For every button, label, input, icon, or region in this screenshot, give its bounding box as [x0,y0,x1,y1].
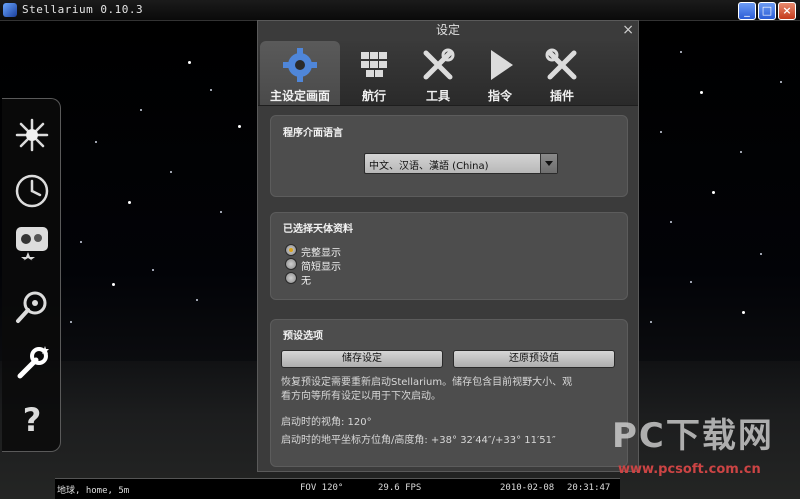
play-icon [491,50,513,80]
star [170,171,172,173]
star [712,191,715,194]
star [210,89,212,91]
clock-icon[interactable] [14,173,50,209]
language-select[interactable]: 中文、汉语、漢語 (China) [364,153,558,174]
tab-label: 指令 [487,89,512,103]
app-icon [3,3,17,17]
tab-tools[interactable]: 工具 [408,41,468,105]
watermark-logo: PC下载网 [612,416,774,456]
language-heading: 程序介面语言 [283,128,343,139]
language-panel: 程序介面语言 中文、汉语、漢語 (China) [270,115,628,197]
status-bar: 地球, home, 5m FOV 120° 29.6 FPS 2010-02-0… [55,478,620,499]
tab-label: 航行 [361,89,386,103]
radio-button[interactable] [285,258,297,270]
star [690,281,692,283]
dialog-close-button[interactable]: × [622,22,634,38]
left-toolbar: ? [2,98,61,452]
radio-label: 无 [301,276,311,287]
star [140,109,142,111]
star [238,125,241,128]
sky-burst-icon[interactable] [14,117,50,153]
object-info-heading: 已选择天体资料 [283,224,353,235]
object-info-panel: 已选择天体资料 完整显示 简短显示 无 [270,212,628,300]
tab-label: 工具 [425,89,450,103]
chevron-down-icon[interactable] [540,154,557,173]
gear-icon [283,48,317,82]
star [650,321,652,323]
presets-panel: 预设选项 储存设定 还原预设值 恢复预设定需要重新启动Stellarium。储存… [270,319,628,467]
startup-fov: 启动时的视角: 120° [281,417,372,428]
settings-dialog: 设定 × 主设定画面 航行 工具 指令 插件 程序介面语言 中文、汉语、漢語 (… [257,20,639,472]
dialog-title: 设定 [435,23,460,37]
radio-button[interactable] [285,244,297,256]
star [112,283,115,286]
radio-label: 简短显示 [301,262,341,273]
star [128,201,131,204]
status-location: 地球, home, 5m [57,486,130,496]
tab-scripts[interactable]: 指令 [472,41,528,105]
window-titlebar: Stellarium 0.10.3 _ □ × [0,0,800,21]
star [70,321,72,323]
star [740,151,742,153]
radio-button[interactable] [285,272,297,284]
help-icon[interactable]: ? [14,401,50,437]
window-title: Stellarium 0.10.3 [22,3,144,16]
star [670,221,672,223]
minimize-button[interactable]: _ [738,2,756,20]
tab-navigation[interactable]: 航行 [344,41,404,105]
star [700,91,703,94]
status-time: 20:31:47 [567,483,611,493]
star [152,269,154,271]
star [95,141,97,143]
save-settings-button[interactable]: 储存设定 [281,350,443,368]
close-window-button[interactable]: × [778,2,796,20]
wrench-icon[interactable] [14,345,50,381]
status-fps: 29.6 FPS [378,483,422,493]
tab-main-settings[interactable]: 主设定画面 [260,41,340,105]
star [80,241,82,243]
star [742,311,745,314]
language-select-value: 中文、汉语、漢語 (China) [369,161,489,172]
star [760,253,762,255]
status-fov: FOV 120° [300,483,344,493]
watermark-url: www.pcsoft.com.cn [618,462,761,477]
tab-label: 插件 [549,89,574,103]
plugin-icon [545,48,577,80]
navigation-icon [361,52,387,77]
tools-icon [423,48,455,80]
startup-direction: 启动时的地平坐标方位角/高度角: +38° 32′44″/+33° 11′51″ [281,435,556,446]
presets-description-line1: 恢复预设定需要重新启动Stellarium。储存包含目前视野大小、观 [281,377,573,388]
svg-text:?: ? [23,401,42,437]
search-icon[interactable] [14,289,50,325]
star [680,51,682,53]
presets-heading: 预设选项 [283,331,323,342]
settings-tabs: 主设定画面 航行 工具 指令 插件 [258,41,638,106]
tab-plugins[interactable]: 插件 [532,41,592,105]
star [196,299,198,301]
star [220,211,222,213]
status-date: 2010-02-08 [500,483,555,493]
constellation-icon[interactable] [14,225,50,261]
radio-label: 完整显示 [301,248,341,259]
star [660,131,662,133]
star [188,61,191,64]
maximize-button[interactable]: □ [758,2,776,20]
tab-label: 主设定画面 [269,89,330,103]
star [780,81,782,83]
restore-defaults-button[interactable]: 还原预设值 [453,350,615,368]
presets-description-line2: 看方向等所有设定以用于下次启动。 [281,391,441,402]
